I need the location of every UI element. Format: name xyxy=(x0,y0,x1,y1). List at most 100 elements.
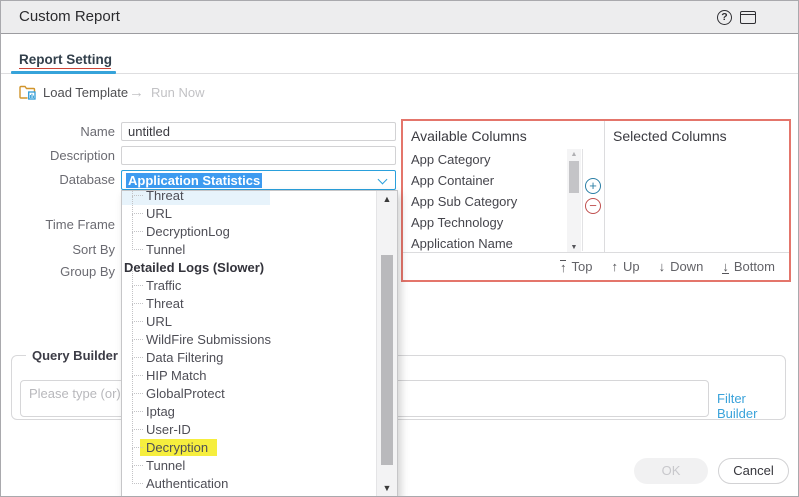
selected-columns-list xyxy=(605,149,789,251)
dropdown-option[interactable]: Iptag xyxy=(122,403,375,421)
titlebar: Custom Report ? xyxy=(1,1,798,34)
tree-connector-icon xyxy=(132,322,143,340)
available-column-item[interactable]: Application Name xyxy=(403,233,567,254)
dropdown-option[interactable]: Tunnel xyxy=(122,241,375,259)
load-template-label: Load Template xyxy=(43,85,128,100)
dropdown-option-label: Threat xyxy=(146,296,184,311)
dropdown-option-label: Data Filtering xyxy=(146,350,223,365)
tree-connector-icon xyxy=(132,268,143,286)
description-input[interactable] xyxy=(121,146,396,165)
tab-report-setting[interactable]: Report Setting xyxy=(19,52,112,67)
name-label: Name xyxy=(1,122,115,141)
dropdown-option[interactable]: Traffic xyxy=(122,277,375,295)
dropdown-option-label: Tunnel xyxy=(146,242,185,257)
scroll-up-icon[interactable]: ▲ xyxy=(377,194,397,204)
available-columns-list: App CategoryApp ContainerApp Sub Categor… xyxy=(403,149,567,254)
dropdown-option[interactable]: Threat xyxy=(122,295,375,313)
available-column-item[interactable]: App Technology xyxy=(403,212,567,233)
dropdown-option[interactable]: Tunnel xyxy=(122,457,375,475)
dropdown-option-label: DecryptionLog xyxy=(146,224,230,239)
tab-divider xyxy=(1,73,798,74)
dropdown-option-label: Authentication xyxy=(146,476,228,491)
dropdown-option-label: URL xyxy=(146,314,172,329)
ok-button[interactable]: OK xyxy=(634,458,708,484)
move-down-button[interactable]: ↓ Down xyxy=(659,259,704,274)
available-column-item[interactable]: App Category xyxy=(403,149,567,170)
dropdown-option[interactable]: Decryption xyxy=(122,439,375,457)
tree-connector-icon xyxy=(132,286,143,304)
dropdown-option[interactable]: HIP Match xyxy=(122,367,375,385)
remove-column-button[interactable]: − xyxy=(585,198,601,214)
move-buttons-bar: ↑ Top ↑ Up ↓ Down ↓ Bottom xyxy=(403,252,789,280)
active-tab-indicator xyxy=(11,71,116,74)
database-select[interactable]: Application Statistics xyxy=(121,170,396,190)
arrow-to-bottom-icon: ↓ xyxy=(722,260,729,274)
query-builder-legend: Query Builder xyxy=(26,348,124,363)
dropdown-option[interactable]: WildFire Submissions xyxy=(122,331,375,349)
window-icon[interactable] xyxy=(740,11,756,24)
chevron-down-icon xyxy=(378,175,388,185)
run-now-label: Run Now xyxy=(151,85,204,100)
move-down-label: Down xyxy=(670,259,703,274)
tree-connector-icon xyxy=(132,232,143,250)
database-label: Database xyxy=(1,170,115,189)
tree-connector-icon xyxy=(132,394,143,412)
dropdown-option[interactable]: GlobalProtect xyxy=(122,385,375,403)
arrow-down-icon: ↓ xyxy=(659,260,666,273)
dropdown-option[interactable]: Authentication xyxy=(122,475,375,493)
sort-by-label: Sort By xyxy=(1,240,115,259)
move-up-button[interactable]: ↑ Up xyxy=(611,259,639,274)
tree-connector-icon xyxy=(132,412,143,430)
dropdown-option[interactable]: URL xyxy=(122,205,375,223)
tree-connector-icon xyxy=(132,304,143,322)
columns-panel: Available Columns Selected Columns App C… xyxy=(401,119,791,282)
tree-connector-icon xyxy=(132,430,143,448)
arrow-to-top-icon: ↑ xyxy=(560,260,567,274)
database-dropdown: ThreatURLDecryptionLogTunnelDetailed Log… xyxy=(121,190,398,497)
dropdown-option[interactable]: User-ID xyxy=(122,421,375,439)
run-now-arrow-icon: → xyxy=(129,86,144,100)
filter-builder-link[interactable]: Filter Builder xyxy=(717,391,785,421)
tree-connector-icon xyxy=(132,196,143,214)
folder-template-icon xyxy=(19,85,36,100)
add-column-button[interactable]: + xyxy=(585,178,601,194)
tree-connector-icon xyxy=(132,466,143,484)
available-column-item[interactable]: App Container xyxy=(403,170,567,191)
move-top-button[interactable]: ↑ Top xyxy=(560,259,592,274)
dropdown-option[interactable]: URL xyxy=(122,313,375,331)
tree-connector-icon xyxy=(132,214,143,232)
scroll-up-icon[interactable]: ▲ xyxy=(567,151,581,158)
load-template-button[interactable]: Load Template xyxy=(19,85,128,100)
dropdown-option-label: Traffic xyxy=(146,278,181,293)
move-bottom-button[interactable]: ↓ Bottom xyxy=(722,259,775,274)
scrollbar-thumb[interactable] xyxy=(569,161,579,193)
dropdown-option-label: HIP Match xyxy=(146,368,206,383)
help-icon[interactable]: ? xyxy=(717,10,732,25)
dropdown-option-label: Iptag xyxy=(146,404,175,419)
dropdown-option-label: WildFire Submissions xyxy=(146,332,271,347)
run-now-button[interactable]: → Run Now xyxy=(129,85,204,100)
scroll-down-icon[interactable]: ▼ xyxy=(377,483,397,493)
dropdown-option[interactable]: Data Filtering xyxy=(122,349,375,367)
arrow-up-icon: ↑ xyxy=(611,260,618,273)
name-input[interactable] xyxy=(121,122,396,141)
scrollbar-thumb[interactable] xyxy=(381,255,393,465)
dropdown-option[interactable]: DecryptionLog xyxy=(122,223,375,241)
spellcheck-underline xyxy=(19,68,111,69)
dropdown-option-label: User-ID xyxy=(146,422,191,437)
dropdown-option-label: Detailed Logs (Slower) xyxy=(124,260,264,275)
dropdown-option[interactable]: Threat xyxy=(122,190,375,205)
database-dropdown-list: ThreatURLDecryptionLogTunnelDetailed Log… xyxy=(122,190,375,493)
dropdown-option-label: Threat xyxy=(146,190,184,203)
cancel-button[interactable]: Cancel xyxy=(718,458,789,484)
dropdown-group-header: Detailed Logs (Slower) xyxy=(122,259,375,277)
scroll-down-icon[interactable]: ▼ xyxy=(567,244,581,251)
available-columns-header: Available Columns xyxy=(411,128,527,144)
dialog-title: Custom Report xyxy=(19,1,120,33)
description-label: Description xyxy=(1,146,115,165)
available-column-item[interactable]: App Sub Category xyxy=(403,191,567,212)
tree-connector-icon xyxy=(132,340,143,358)
list-divider xyxy=(582,149,583,251)
available-columns-scrollbar[interactable]: ▲ ▼ xyxy=(567,149,581,253)
dropdown-scrollbar[interactable]: ▲ ▼ xyxy=(376,191,397,497)
